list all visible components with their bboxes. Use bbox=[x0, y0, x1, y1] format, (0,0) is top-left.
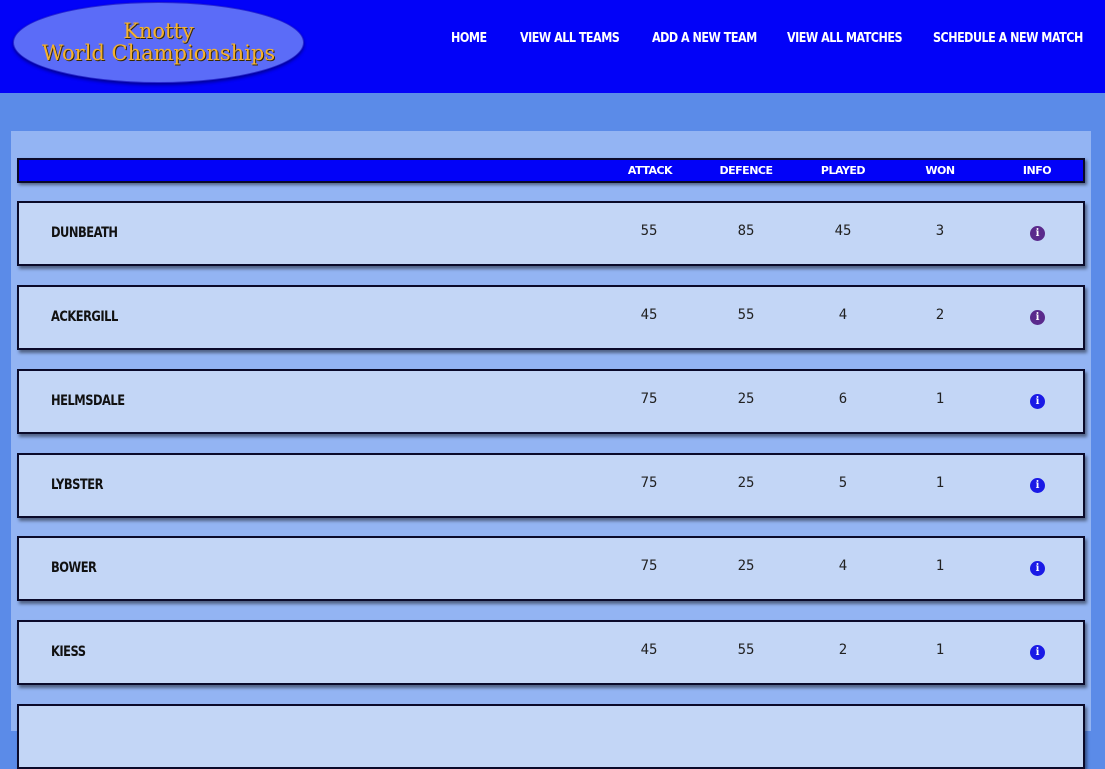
header-attack: Attack bbox=[627, 164, 673, 177]
won-value: 1 bbox=[935, 475, 945, 491]
main-nav: Home View all teams Add a new team View … bbox=[0, 31, 1105, 55]
team-row-partial bbox=[17, 704, 1085, 769]
team-row: Bower 75 25 4 1 i bbox=[17, 536, 1085, 601]
won-value: 1 bbox=[935, 642, 945, 658]
nav-view-all-teams-link[interactable]: View all teams bbox=[520, 31, 620, 46]
attack-value: 55 bbox=[640, 223, 658, 239]
attack-value: 45 bbox=[640, 307, 658, 323]
played-value: 2 bbox=[838, 642, 848, 658]
defence-value: 25 bbox=[737, 558, 755, 574]
team-row: Ackergill 45 55 4 2 i bbox=[17, 285, 1085, 350]
team-row: Lybster 75 25 5 1 i bbox=[17, 453, 1085, 518]
team-name[interactable]: Dunbeath bbox=[51, 225, 118, 241]
attack-value: 75 bbox=[640, 391, 658, 407]
team-name[interactable]: Lybster bbox=[51, 477, 103, 493]
header-defence: Defence bbox=[719, 164, 773, 177]
attack-value: 75 bbox=[640, 475, 658, 491]
played-value: 4 bbox=[838, 307, 848, 323]
defence-value: 25 bbox=[737, 391, 755, 407]
played-value: 5 bbox=[838, 475, 848, 491]
won-value: 1 bbox=[935, 391, 945, 407]
info-circle-icon[interactable]: i bbox=[1030, 394, 1045, 409]
site-header: Knotty World Championships Home View all… bbox=[0, 0, 1105, 93]
info-circle-icon[interactable]: i bbox=[1030, 645, 1045, 660]
attack-value: 45 bbox=[640, 642, 658, 658]
info-circle-icon[interactable]: i bbox=[1030, 478, 1045, 493]
team-name[interactable]: Kiess bbox=[51, 644, 86, 660]
nav-schedule-new-match-link[interactable]: Schedule a new match bbox=[933, 31, 1083, 46]
defence-value: 25 bbox=[737, 475, 755, 491]
header-info: Info bbox=[1022, 164, 1052, 177]
won-value: 1 bbox=[935, 558, 945, 574]
team-name[interactable]: Helmsdale bbox=[51, 393, 125, 409]
header-played: Played bbox=[820, 164, 866, 177]
team-row: Helmsdale 75 25 6 1 i bbox=[17, 369, 1085, 434]
won-value: 2 bbox=[935, 307, 945, 323]
played-value: 45 bbox=[834, 223, 852, 239]
played-value: 6 bbox=[838, 391, 848, 407]
won-value: 3 bbox=[935, 223, 945, 239]
played-value: 4 bbox=[838, 558, 848, 574]
team-name[interactable]: Ackergill bbox=[51, 309, 118, 325]
defence-value: 85 bbox=[737, 223, 755, 239]
team-row: Dunbeath 55 85 45 3 i bbox=[17, 201, 1085, 266]
team-row: Kiess 45 55 2 1 i bbox=[17, 620, 1085, 685]
nav-add-new-team-link[interactable]: Add a new team bbox=[652, 31, 757, 46]
info-circle-icon[interactable]: i bbox=[1030, 561, 1045, 576]
defence-value: 55 bbox=[737, 642, 755, 658]
info-circle-icon[interactable]: i bbox=[1030, 310, 1045, 325]
team-name[interactable]: Bower bbox=[51, 560, 97, 576]
nav-view-all-matches-link[interactable]: View all matches bbox=[787, 31, 903, 46]
nav-home-link[interactable]: Home bbox=[451, 31, 487, 46]
defence-value: 55 bbox=[737, 307, 755, 323]
info-circle-icon[interactable]: i bbox=[1030, 226, 1045, 241]
attack-value: 75 bbox=[640, 558, 658, 574]
table-header-row: Attack Defence Played Won Info bbox=[17, 158, 1085, 183]
header-won: Won bbox=[925, 164, 955, 177]
